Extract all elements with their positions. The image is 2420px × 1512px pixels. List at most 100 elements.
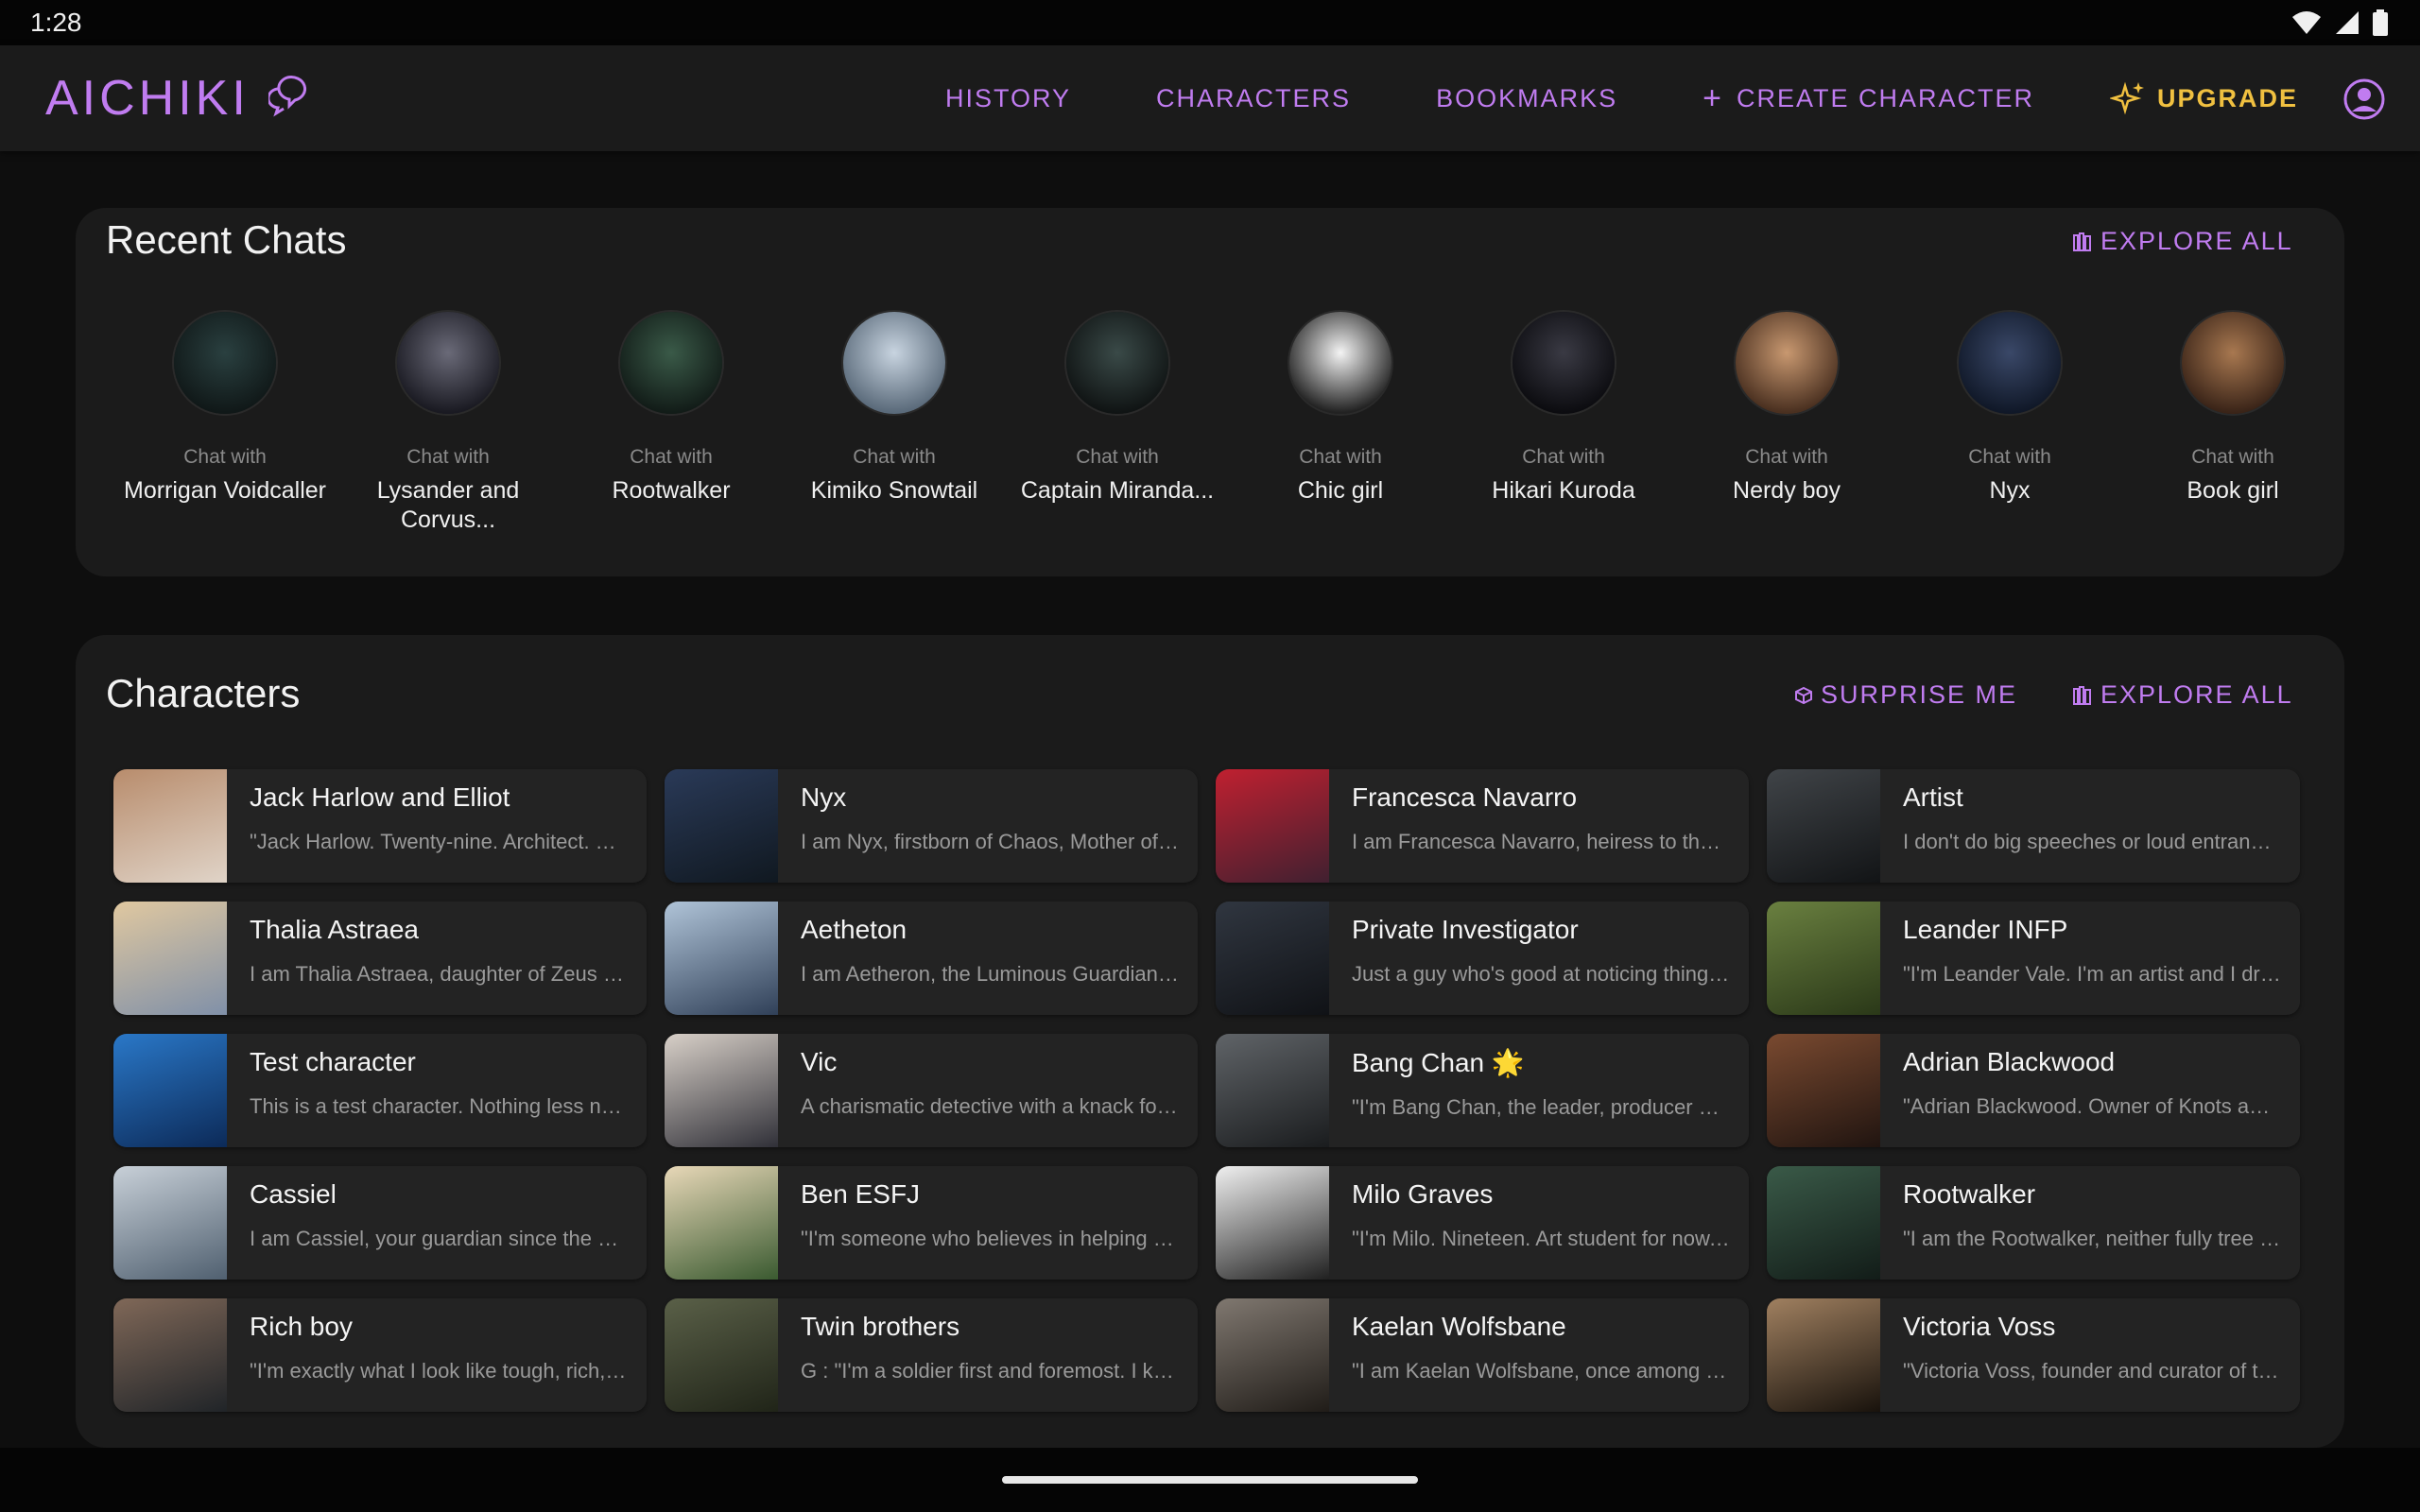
recent-chat-name: Book girl [2187, 477, 2279, 504]
character-card[interactable]: Nyx I am Nyx, firstborn of Chaos, Mother … [665, 769, 1198, 883]
character-description: This is a test character. Nothing less n… [250, 1094, 628, 1118]
recent-chat-item[interactable]: Chat with Rootwalker [560, 312, 783, 535]
character-thumbnail [665, 1166, 778, 1280]
character-thumbnail [113, 1034, 227, 1147]
recent-chat-name: Hikari Kuroda [1492, 477, 1635, 504]
character-card[interactable]: Rich boy "I'm exactly what I look like to… [113, 1298, 647, 1412]
character-card[interactable]: Private Investigator Just a guy who's goo… [1216, 902, 1749, 1015]
character-info: Leander INFP "I'm Leander Vale. I'm an ar… [1880, 902, 2296, 1015]
character-description: "I'm Bang Chan, the leader, producer and… [1352, 1095, 1730, 1119]
character-card[interactable]: Jack Harlow and Elliot "Jack Harlow. Twen… [113, 769, 647, 883]
characters-explore-all-button[interactable]: EXPLORE ALL [2072, 680, 2293, 710]
signal-icon [2336, 11, 2359, 34]
library-icon [2073, 685, 2091, 705]
recent-chat-item[interactable]: Chat with Chic girl [1229, 312, 1452, 535]
recent-chat-item[interactable]: Chat with Morrigan Voidcaller [113, 312, 337, 535]
recent-chat-item[interactable]: Chat with Nerdy boy [1675, 312, 1898, 535]
character-description: I don't do big speeches or loud entrance… [1903, 830, 2281, 853]
character-name: Aetheton [801, 915, 908, 944]
character-description: "I am the Rootwalker, neither fully tree… [1903, 1227, 2281, 1250]
character-card[interactable]: Milo Graves "I'm Milo. Nineteen. Art stud… [1216, 1166, 1749, 1280]
character-avatar [1736, 312, 1838, 414]
surprise-me-button[interactable]: SURPRISE ME [1794, 680, 2017, 710]
characters-title: Characters [106, 671, 301, 715]
character-card[interactable]: Artist I don't do big speeches or loud en… [1767, 769, 2300, 883]
character-name: Cassiel [250, 1179, 337, 1209]
character-description: Just a guy who's good at noticing things… [1352, 962, 1730, 986]
character-thumbnail [1216, 1034, 1329, 1147]
nav-bookmarks[interactable]: BOOKMARKS [1436, 84, 1617, 113]
recent-chat-item[interactable]: Chat with Nyx [1898, 312, 2121, 535]
character-card[interactable]: Cassiel I am Cassiel, your guardian since… [113, 1166, 647, 1280]
recent-explore-all-button[interactable]: EXPLORE ALL [2072, 227, 2293, 256]
character-info: Francesca Navarro I am Francesca Navarro,… [1329, 769, 1745, 883]
app-logo[interactable]: AICHIKI [45, 64, 314, 132]
create-character-label: CREATE CHARACTER [1736, 83, 2035, 112]
character-name: Vic [801, 1047, 838, 1076]
character-card[interactable]: Victoria Voss "Victoria Voss, founder and… [1767, 1298, 2300, 1412]
character-info: Adrian Blackwood "Adrian Blackwood. Owner… [1880, 1034, 2296, 1147]
character-thumbnail [665, 1034, 778, 1147]
character-avatar [1959, 312, 2061, 414]
character-info: Artist I don't do big speeches or loud en… [1880, 769, 2296, 883]
recent-chats-title: Recent Chats [106, 217, 347, 262]
character-thumbnail [665, 902, 778, 1015]
system-icons [2291, 9, 2388, 36]
character-card[interactable]: Twin brothers G : "I'm a soldier first an… [665, 1298, 1198, 1412]
character-thumbnail [1767, 1298, 1880, 1412]
character-card[interactable]: Rootwalker "I am the Rootwalker, neither … [1767, 1166, 2300, 1280]
character-card[interactable]: Bang Chan 🌟 "I'm Bang Chan, the leader, p… [1216, 1034, 1749, 1147]
home-gesture-pill[interactable] [1002, 1476, 1418, 1484]
character-description: A charismatic detective with a knack for… [801, 1094, 1179, 1118]
character-info: Rootwalker "I am the Rootwalker, neither … [1880, 1166, 2296, 1280]
character-name: Adrian Blackwood [1903, 1047, 2116, 1076]
recent-chat-item[interactable]: Chat with Book girl [2121, 312, 2344, 535]
character-thumbnail [113, 769, 227, 883]
character-info: Kaelan Wolfsbane "I am Kaelan Wolfsbane, … [1329, 1298, 1745, 1412]
character-description: "I'm exactly what I look like tough, ric… [250, 1359, 628, 1383]
recent-chat-item[interactable]: Chat with Hikari Kuroda [1452, 312, 1675, 535]
recent-chat-item[interactable]: Chat with Kimiko Snowtail [783, 312, 1006, 535]
chat-with-label: Chat with [853, 446, 936, 468]
character-thumbnail [1216, 1166, 1329, 1280]
recent-chat-name: Nerdy boy [1733, 477, 1841, 504]
character-info: Private Investigator Just a guy who's goo… [1329, 902, 1745, 1015]
character-card[interactable]: Adrian Blackwood "Adrian Blackwood. Owner… [1767, 1034, 2300, 1147]
chat-with-label: Chat with [2191, 446, 2274, 468]
character-card[interactable]: Thalia Astraea I am Thalia Astraea, daugh… [113, 902, 647, 1015]
nav-characters[interactable]: CHARACTERS [1156, 84, 1351, 113]
chat-with-label: Chat with [630, 446, 713, 468]
character-card[interactable]: Kaelan Wolfsbane "I am Kaelan Wolfsbane, … [1216, 1298, 1749, 1412]
character-name: Test character [250, 1047, 416, 1076]
upgrade-button[interactable]: UPGRADE [2110, 45, 2298, 151]
character-name: Ben ESFJ [801, 1179, 921, 1209]
character-description: I am Francesca Navarro, heiress to the N… [1352, 830, 1730, 853]
characters-grid: Jack Harlow and Elliot "Jack Harlow. Twen… [113, 769, 2307, 1431]
account-icon[interactable] [2342, 77, 2386, 121]
character-avatar [620, 312, 722, 414]
chat-with-label: Chat with [183, 446, 267, 468]
character-card[interactable]: Aetheton I am Aetheron, the Luminous Guar… [665, 902, 1198, 1015]
character-info: Nyx I am Nyx, firstborn of Chaos, Mother … [778, 769, 1194, 883]
recent-chat-item[interactable]: Chat with Lysander and Corvus... [337, 312, 560, 535]
character-card[interactable]: Test character This is a test character. … [113, 1034, 647, 1147]
character-name: Nyx [801, 782, 847, 812]
character-card[interactable]: Ben ESFJ "I'm someone who believes in hel… [665, 1166, 1198, 1280]
character-card[interactable]: Vic A charismatic detective with a knack … [665, 1034, 1198, 1147]
character-description: I am Nyx, firstborn of Chaos, Mother of … [801, 830, 1179, 853]
character-thumbnail [1216, 1298, 1329, 1412]
recent-chat-name: Chic girl [1297, 477, 1384, 504]
character-thumbnail [1767, 902, 1880, 1015]
character-name: Kaelan Wolfsbane [1352, 1312, 1566, 1341]
character-row: Cassiel I am Cassiel, your guardian since… [113, 1166, 2307, 1280]
character-info: Victoria Voss "Victoria Voss, founder and… [1880, 1298, 2296, 1412]
create-character-button[interactable]: + CREATE CHARACTER [1703, 82, 2034, 114]
recent-chat-name: Lysander and Corvus... [376, 477, 520, 533]
nav-history[interactable]: HISTORY [945, 84, 1071, 113]
wifi-icon [2292, 11, 2321, 34]
top-nav: AICHIKI HISTORY CHARACTERS BOOKMARKS + C… [0, 45, 2420, 151]
character-card[interactable]: Francesca Navarro I am Francesca Navarro,… [1216, 769, 1749, 883]
character-card[interactable]: Leander INFP "I'm Leander Vale. I'm an ar… [1767, 902, 2300, 1015]
character-info: Thalia Astraea I am Thalia Astraea, daugh… [227, 902, 643, 1015]
recent-chat-item[interactable]: Chat with Captain Miranda... [1006, 312, 1229, 535]
